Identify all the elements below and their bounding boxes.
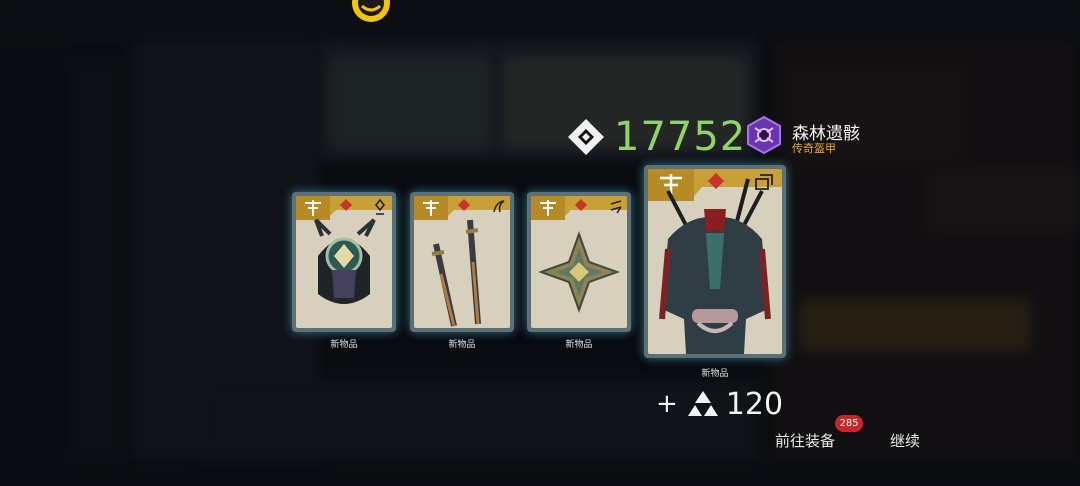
shuriken-art <box>538 231 620 313</box>
helmet-art <box>314 218 376 304</box>
go-to-equip-button[interactable]: 前往装备 <box>775 430 835 451</box>
continue-button[interactable]: 继续 <box>890 430 920 451</box>
legendary-rarity-icon <box>747 116 781 154</box>
item-card-helmet[interactable] <box>292 192 396 332</box>
item-card-armor[interactable] <box>644 165 786 358</box>
reward-value: 120 <box>725 386 784 422</box>
card-label: 新物品 <box>565 340 593 350</box>
notification-badge: 285 <box>835 415 863 432</box>
score-value: 17752 <box>614 114 747 160</box>
item-type: 传奇盔甲 <box>792 142 836 155</box>
gear-score-icon <box>568 119 604 155</box>
swords-art <box>431 219 481 327</box>
reward-plus: + <box>656 389 678 419</box>
item-card-shuriken[interactable] <box>527 192 631 332</box>
armor-art <box>659 178 771 354</box>
score-display: 17752 <box>566 112 746 162</box>
card-label: 新物品 <box>448 340 476 350</box>
card-label: 新物品 <box>330 340 358 350</box>
reward-display: + 120 <box>656 384 783 424</box>
smiley-emblem-icon <box>352 0 390 22</box>
item-card-swords[interactable] <box>410 192 514 332</box>
card-label: 新物品 <box>701 369 729 379</box>
steel-currency-icon <box>687 391 718 416</box>
